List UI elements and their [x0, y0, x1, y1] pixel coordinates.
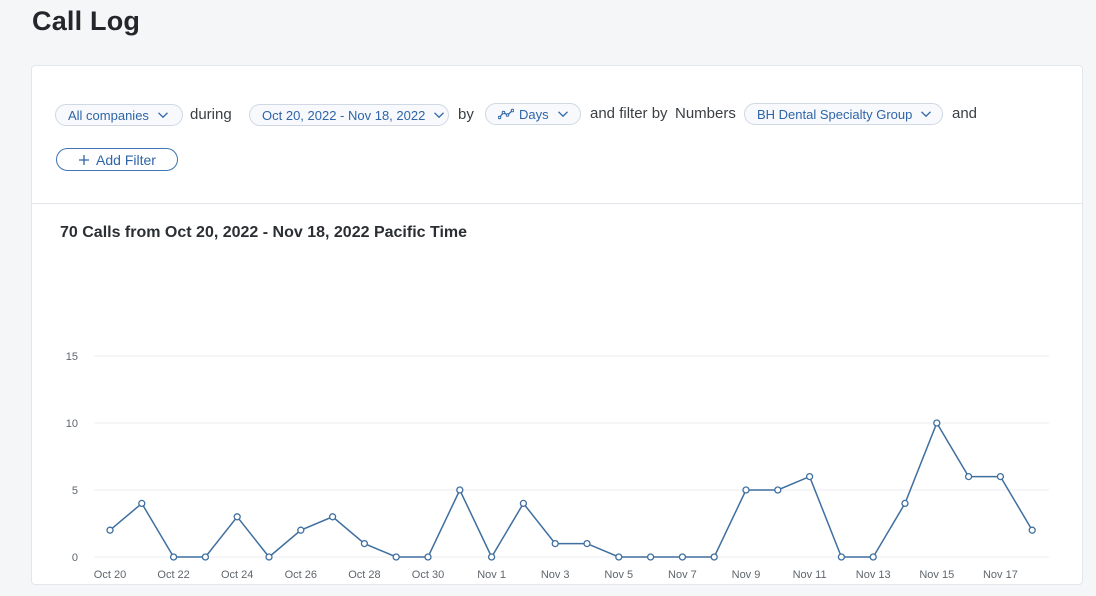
filter-bar: All companies during Oct 20, 2022 - Nov … [32, 66, 1082, 204]
x-tick-label: Nov 7 [668, 569, 697, 581]
numbers-select[interactable]: BH Dental Specialty Group [744, 103, 943, 125]
data-point[interactable] [551, 539, 559, 548]
data-point[interactable] [233, 513, 241, 521]
data-point[interactable] [678, 553, 687, 561]
numbers-label: Numbers [675, 105, 736, 122]
x-tick-label: Nov 15 [919, 569, 954, 581]
date-range-select[interactable]: Oct 20, 2022 - Nov 18, 2022 [249, 104, 449, 126]
x-tick-label: Oct 30 [412, 569, 444, 581]
calls-line-chart: 0 5 10 15 Oct 20 Oct 22 Oct 24 Oct 26 Oct 28 Oct … [66, 351, 1049, 581]
data-point[interactable] [583, 539, 591, 548]
data-point[interactable] [328, 513, 337, 521]
date-range-select-label: Oct 20, 2022 - Nov 18, 2022 [262, 107, 426, 123]
data-point[interactable] [964, 472, 973, 481]
data-point[interactable] [297, 526, 305, 534]
x-tick-label: Oct 22 [157, 569, 189, 581]
x-tick-label: Nov 17 [983, 569, 1018, 581]
data-point[interactable] [901, 499, 909, 508]
x-tick-label: Nov 11 [793, 569, 827, 581]
y-tick-label: 0 [72, 552, 78, 564]
chevron-down-icon [920, 108, 932, 120]
data-point[interactable] [201, 553, 210, 561]
data-point[interactable] [169, 553, 178, 561]
add-filter-label: Add Filter [96, 151, 156, 168]
data-point[interactable] [933, 419, 941, 427]
x-tick-label: Nov 1 [477, 569, 506, 581]
data-point[interactable] [837, 553, 846, 561]
y-tick-label: 15 [66, 351, 78, 363]
x-tick-label: Nov 9 [732, 569, 761, 581]
data-point[interactable] [615, 553, 623, 561]
y-tick-label: 5 [72, 485, 78, 497]
data-point[interactable] [360, 539, 369, 548]
data-point[interactable] [646, 553, 655, 561]
data-point[interactable] [392, 553, 400, 561]
data-point[interactable] [424, 553, 432, 561]
x-tick-label: Oct 26 [285, 569, 317, 581]
plus-icon [78, 154, 90, 166]
data-point[interactable] [1028, 526, 1036, 534]
chevron-down-icon [157, 109, 169, 121]
data-point[interactable] [869, 553, 877, 561]
page-title: Call Log [32, 6, 141, 36]
x-tick-label: Nov 3 [541, 569, 570, 581]
x-tick-label: Nov 13 [856, 569, 891, 581]
and-label: and [952, 105, 978, 122]
data-point[interactable] [519, 499, 528, 508]
data-point[interactable] [774, 486, 782, 494]
data-point[interactable] [265, 553, 273, 561]
numbers-select-label: BH Dental Specialty Group [757, 106, 913, 122]
y-tick-label: 10 [66, 418, 78, 430]
line-chart-icon [498, 108, 514, 120]
granularity-select[interactable]: Days [485, 103, 581, 125]
filter-by-label: and filter by [590, 105, 668, 122]
data-point[interactable] [996, 472, 1005, 481]
chevron-down-icon [557, 108, 569, 120]
chevron-down-icon [433, 109, 445, 121]
x-tick-label: Nov 5 [604, 569, 633, 581]
during-label: during [190, 106, 232, 123]
data-point[interactable] [138, 499, 146, 508]
x-tick-label: Oct 20 [94, 569, 126, 581]
data-point[interactable] [487, 553, 496, 561]
x-tick-label: Oct 28 [348, 569, 380, 581]
x-tick-label: Oct 24 [221, 569, 253, 581]
data-point[interactable] [805, 472, 814, 481]
data-point[interactable] [742, 486, 750, 494]
data-point[interactable] [710, 553, 718, 561]
data-point[interactable] [456, 486, 464, 494]
add-filter-button[interactable]: Add Filter [56, 148, 178, 171]
company-select-label: All companies [68, 107, 149, 123]
call-log-card: All companies during Oct 20, 2022 - Nov … [31, 65, 1083, 585]
company-select[interactable]: All companies [55, 104, 183, 126]
by-label: by [458, 106, 474, 123]
granularity-select-label: Days [519, 106, 549, 122]
data-point[interactable] [106, 526, 114, 534]
chart-title: 70 Calls from Oct 20, 2022 - Nov 18, 202… [60, 224, 468, 241]
